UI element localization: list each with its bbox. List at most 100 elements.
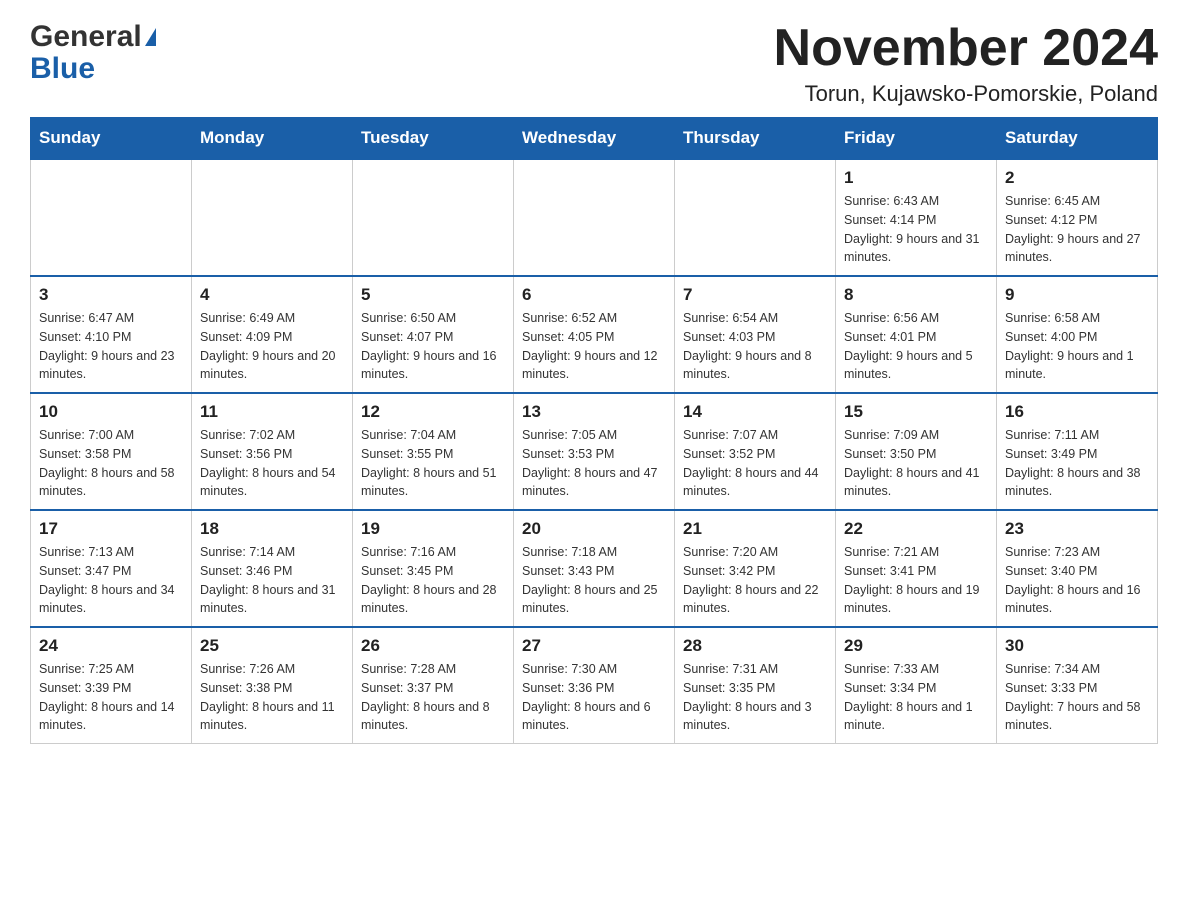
day-number: 24 (39, 636, 183, 656)
calendar-day: 6Sunrise: 6:52 AM Sunset: 4:05 PM Daylig… (514, 276, 675, 393)
calendar-day (675, 159, 836, 276)
calendar-day: 11Sunrise: 7:02 AM Sunset: 3:56 PM Dayli… (192, 393, 353, 510)
day-number: 23 (1005, 519, 1149, 539)
calendar-day: 20 Sunrise: 7:18 AM Sunset: 3:43 PM Dayli… (514, 510, 675, 627)
calendar-day: 10Sunrise: 7:00 AM Sunset: 3:58 PM Dayli… (31, 393, 192, 510)
calendar-day: 14 Sunrise: 7:07 AM Sunset: 3:52 PM Dayli… (675, 393, 836, 510)
calendar-day (31, 159, 192, 276)
calendar-day: 9Sunrise: 6:58 AM Sunset: 4:00 PM Daylig… (997, 276, 1158, 393)
day-number: 28 (683, 636, 827, 656)
day-info: Sunrise: 7:05 AM Sunset: 3:53 PM Dayligh… (522, 426, 666, 501)
day-number: 30 (1005, 636, 1149, 656)
day-number: 17 (39, 519, 183, 539)
calendar-day: 15 Sunrise: 7:09 AM Sunset: 3:50 PM Dayli… (836, 393, 997, 510)
logo-general-text: General (30, 20, 142, 54)
day-number: 25 (200, 636, 344, 656)
calendar-day: 23 Sunrise: 7:23 AM Sunset: 3:40 PM Dayli… (997, 510, 1158, 627)
day-number: 8 (844, 285, 988, 305)
day-info: Sunrise: 7:33 AM Sunset: 3:34 PM Dayligh… (844, 660, 988, 735)
day-number: 9 (1005, 285, 1149, 305)
day-info: Sunrise: 6:54 AM Sunset: 4:03 PM Dayligh… (683, 309, 827, 384)
day-info: Sunrise: 7:18 AM Sunset: 3:43 PM Dayligh… (522, 543, 666, 618)
calendar-header-sunday: Sunday (31, 118, 192, 160)
calendar-week-row: 10Sunrise: 7:00 AM Sunset: 3:58 PM Dayli… (31, 393, 1158, 510)
day-info: Sunrise: 7:04 AM Sunset: 3:55 PM Dayligh… (361, 426, 505, 501)
calendar-day: 16 Sunrise: 7:11 AM Sunset: 3:49 PM Dayli… (997, 393, 1158, 510)
calendar-day: 13 Sunrise: 7:05 AM Sunset: 3:53 PM Dayli… (514, 393, 675, 510)
day-number: 21 (683, 519, 827, 539)
calendar-header-saturday: Saturday (997, 118, 1158, 160)
calendar-day: 21 Sunrise: 7:20 AM Sunset: 3:42 PM Dayli… (675, 510, 836, 627)
calendar-week-row: 3 Sunrise: 6:47 AM Sunset: 4:10 PM Daylig… (31, 276, 1158, 393)
calendar-header-thursday: Thursday (675, 118, 836, 160)
day-number: 15 (844, 402, 988, 422)
day-info: Sunrise: 7:25 AM Sunset: 3:39 PM Dayligh… (39, 660, 183, 735)
day-info: Sunrise: 7:07 AM Sunset: 3:52 PM Dayligh… (683, 426, 827, 501)
calendar-day: 30 Sunrise: 7:34 AM Sunset: 3:33 PM Dayli… (997, 627, 1158, 744)
calendar-week-row: 1 Sunrise: 6:43 AM Sunset: 4:14 PM Daylig… (31, 159, 1158, 276)
day-number: 11 (200, 402, 344, 422)
calendar-header-row: SundayMondayTuesdayWednesdayThursdayFrid… (31, 118, 1158, 160)
day-number: 2 (1005, 168, 1149, 188)
calendar-week-row: 17 Sunrise: 7:13 AM Sunset: 3:47 PM Dayli… (31, 510, 1158, 627)
day-info: Sunrise: 7:00 AM Sunset: 3:58 PM Dayligh… (39, 426, 183, 501)
day-info: Sunrise: 7:11 AM Sunset: 3:49 PM Dayligh… (1005, 426, 1149, 501)
day-number: 18 (200, 519, 344, 539)
day-info: Sunrise: 7:20 AM Sunset: 3:42 PM Dayligh… (683, 543, 827, 618)
day-number: 22 (844, 519, 988, 539)
day-number: 20 (522, 519, 666, 539)
day-number: 7 (683, 285, 827, 305)
calendar-day: 22 Sunrise: 7:21 AM Sunset: 3:41 PM Dayli… (836, 510, 997, 627)
calendar-day (353, 159, 514, 276)
day-info: Sunrise: 6:43 AM Sunset: 4:14 PM Dayligh… (844, 192, 988, 267)
day-number: 14 (683, 402, 827, 422)
day-info: Sunrise: 7:26 AM Sunset: 3:38 PM Dayligh… (200, 660, 344, 735)
day-info: Sunrise: 7:16 AM Sunset: 3:45 PM Dayligh… (361, 543, 505, 618)
day-number: 12 (361, 402, 505, 422)
calendar-day: 27Sunrise: 7:30 AM Sunset: 3:36 PM Dayli… (514, 627, 675, 744)
calendar-day (514, 159, 675, 276)
day-number: 1 (844, 168, 988, 188)
day-info: Sunrise: 7:34 AM Sunset: 3:33 PM Dayligh… (1005, 660, 1149, 735)
day-number: 29 (844, 636, 988, 656)
calendar-day: 12 Sunrise: 7:04 AM Sunset: 3:55 PM Dayli… (353, 393, 514, 510)
day-info: Sunrise: 6:56 AM Sunset: 4:01 PM Dayligh… (844, 309, 988, 384)
calendar-day: 1 Sunrise: 6:43 AM Sunset: 4:14 PM Daylig… (836, 159, 997, 276)
day-number: 19 (361, 519, 505, 539)
day-info: Sunrise: 7:14 AM Sunset: 3:46 PM Dayligh… (200, 543, 344, 618)
location-subtitle: Torun, Kujawsko-Pomorskie, Poland (774, 81, 1158, 107)
day-info: Sunrise: 6:49 AM Sunset: 4:09 PM Dayligh… (200, 309, 344, 384)
day-info: Sunrise: 6:47 AM Sunset: 4:10 PM Dayligh… (39, 309, 183, 384)
month-title: November 2024 (774, 20, 1158, 77)
calendar-header-tuesday: Tuesday (353, 118, 514, 160)
day-number: 4 (200, 285, 344, 305)
calendar-day: 25 Sunrise: 7:26 AM Sunset: 3:38 PM Dayli… (192, 627, 353, 744)
calendar-day: 19 Sunrise: 7:16 AM Sunset: 3:45 PM Dayli… (353, 510, 514, 627)
calendar-header-wednesday: Wednesday (514, 118, 675, 160)
calendar-day (192, 159, 353, 276)
day-number: 13 (522, 402, 666, 422)
day-info: Sunrise: 6:50 AM Sunset: 4:07 PM Dayligh… (361, 309, 505, 384)
calendar-day: 28 Sunrise: 7:31 AM Sunset: 3:35 PM Dayli… (675, 627, 836, 744)
day-number: 16 (1005, 402, 1149, 422)
logo-arrow-icon (145, 28, 156, 46)
day-number: 6 (522, 285, 666, 305)
calendar-day: 26Sunrise: 7:28 AM Sunset: 3:37 PM Dayli… (353, 627, 514, 744)
day-info: Sunrise: 7:09 AM Sunset: 3:50 PM Dayligh… (844, 426, 988, 501)
title-section: November 2024 Torun, Kujawsko-Pomorskie,… (774, 20, 1158, 107)
day-info: Sunrise: 7:21 AM Sunset: 3:41 PM Dayligh… (844, 543, 988, 618)
calendar-day: 3 Sunrise: 6:47 AM Sunset: 4:10 PM Daylig… (31, 276, 192, 393)
day-number: 3 (39, 285, 183, 305)
calendar-week-row: 24 Sunrise: 7:25 AM Sunset: 3:39 PM Dayli… (31, 627, 1158, 744)
day-info: Sunrise: 7:13 AM Sunset: 3:47 PM Dayligh… (39, 543, 183, 618)
day-info: Sunrise: 7:31 AM Sunset: 3:35 PM Dayligh… (683, 660, 827, 735)
calendar-day: 18 Sunrise: 7:14 AM Sunset: 3:46 PM Dayli… (192, 510, 353, 627)
calendar-day: 4 Sunrise: 6:49 AM Sunset: 4:09 PM Daylig… (192, 276, 353, 393)
calendar-day: 7 Sunrise: 6:54 AM Sunset: 4:03 PM Daylig… (675, 276, 836, 393)
calendar-day: 2Sunrise: 6:45 AM Sunset: 4:12 PM Daylig… (997, 159, 1158, 276)
day-info: Sunrise: 7:30 AM Sunset: 3:36 PM Dayligh… (522, 660, 666, 735)
day-info: Sunrise: 7:23 AM Sunset: 3:40 PM Dayligh… (1005, 543, 1149, 618)
calendar-day: 29 Sunrise: 7:33 AM Sunset: 3:34 PM Dayli… (836, 627, 997, 744)
calendar-day: 8 Sunrise: 6:56 AM Sunset: 4:01 PM Daylig… (836, 276, 997, 393)
logo: General Blue (30, 20, 156, 86)
